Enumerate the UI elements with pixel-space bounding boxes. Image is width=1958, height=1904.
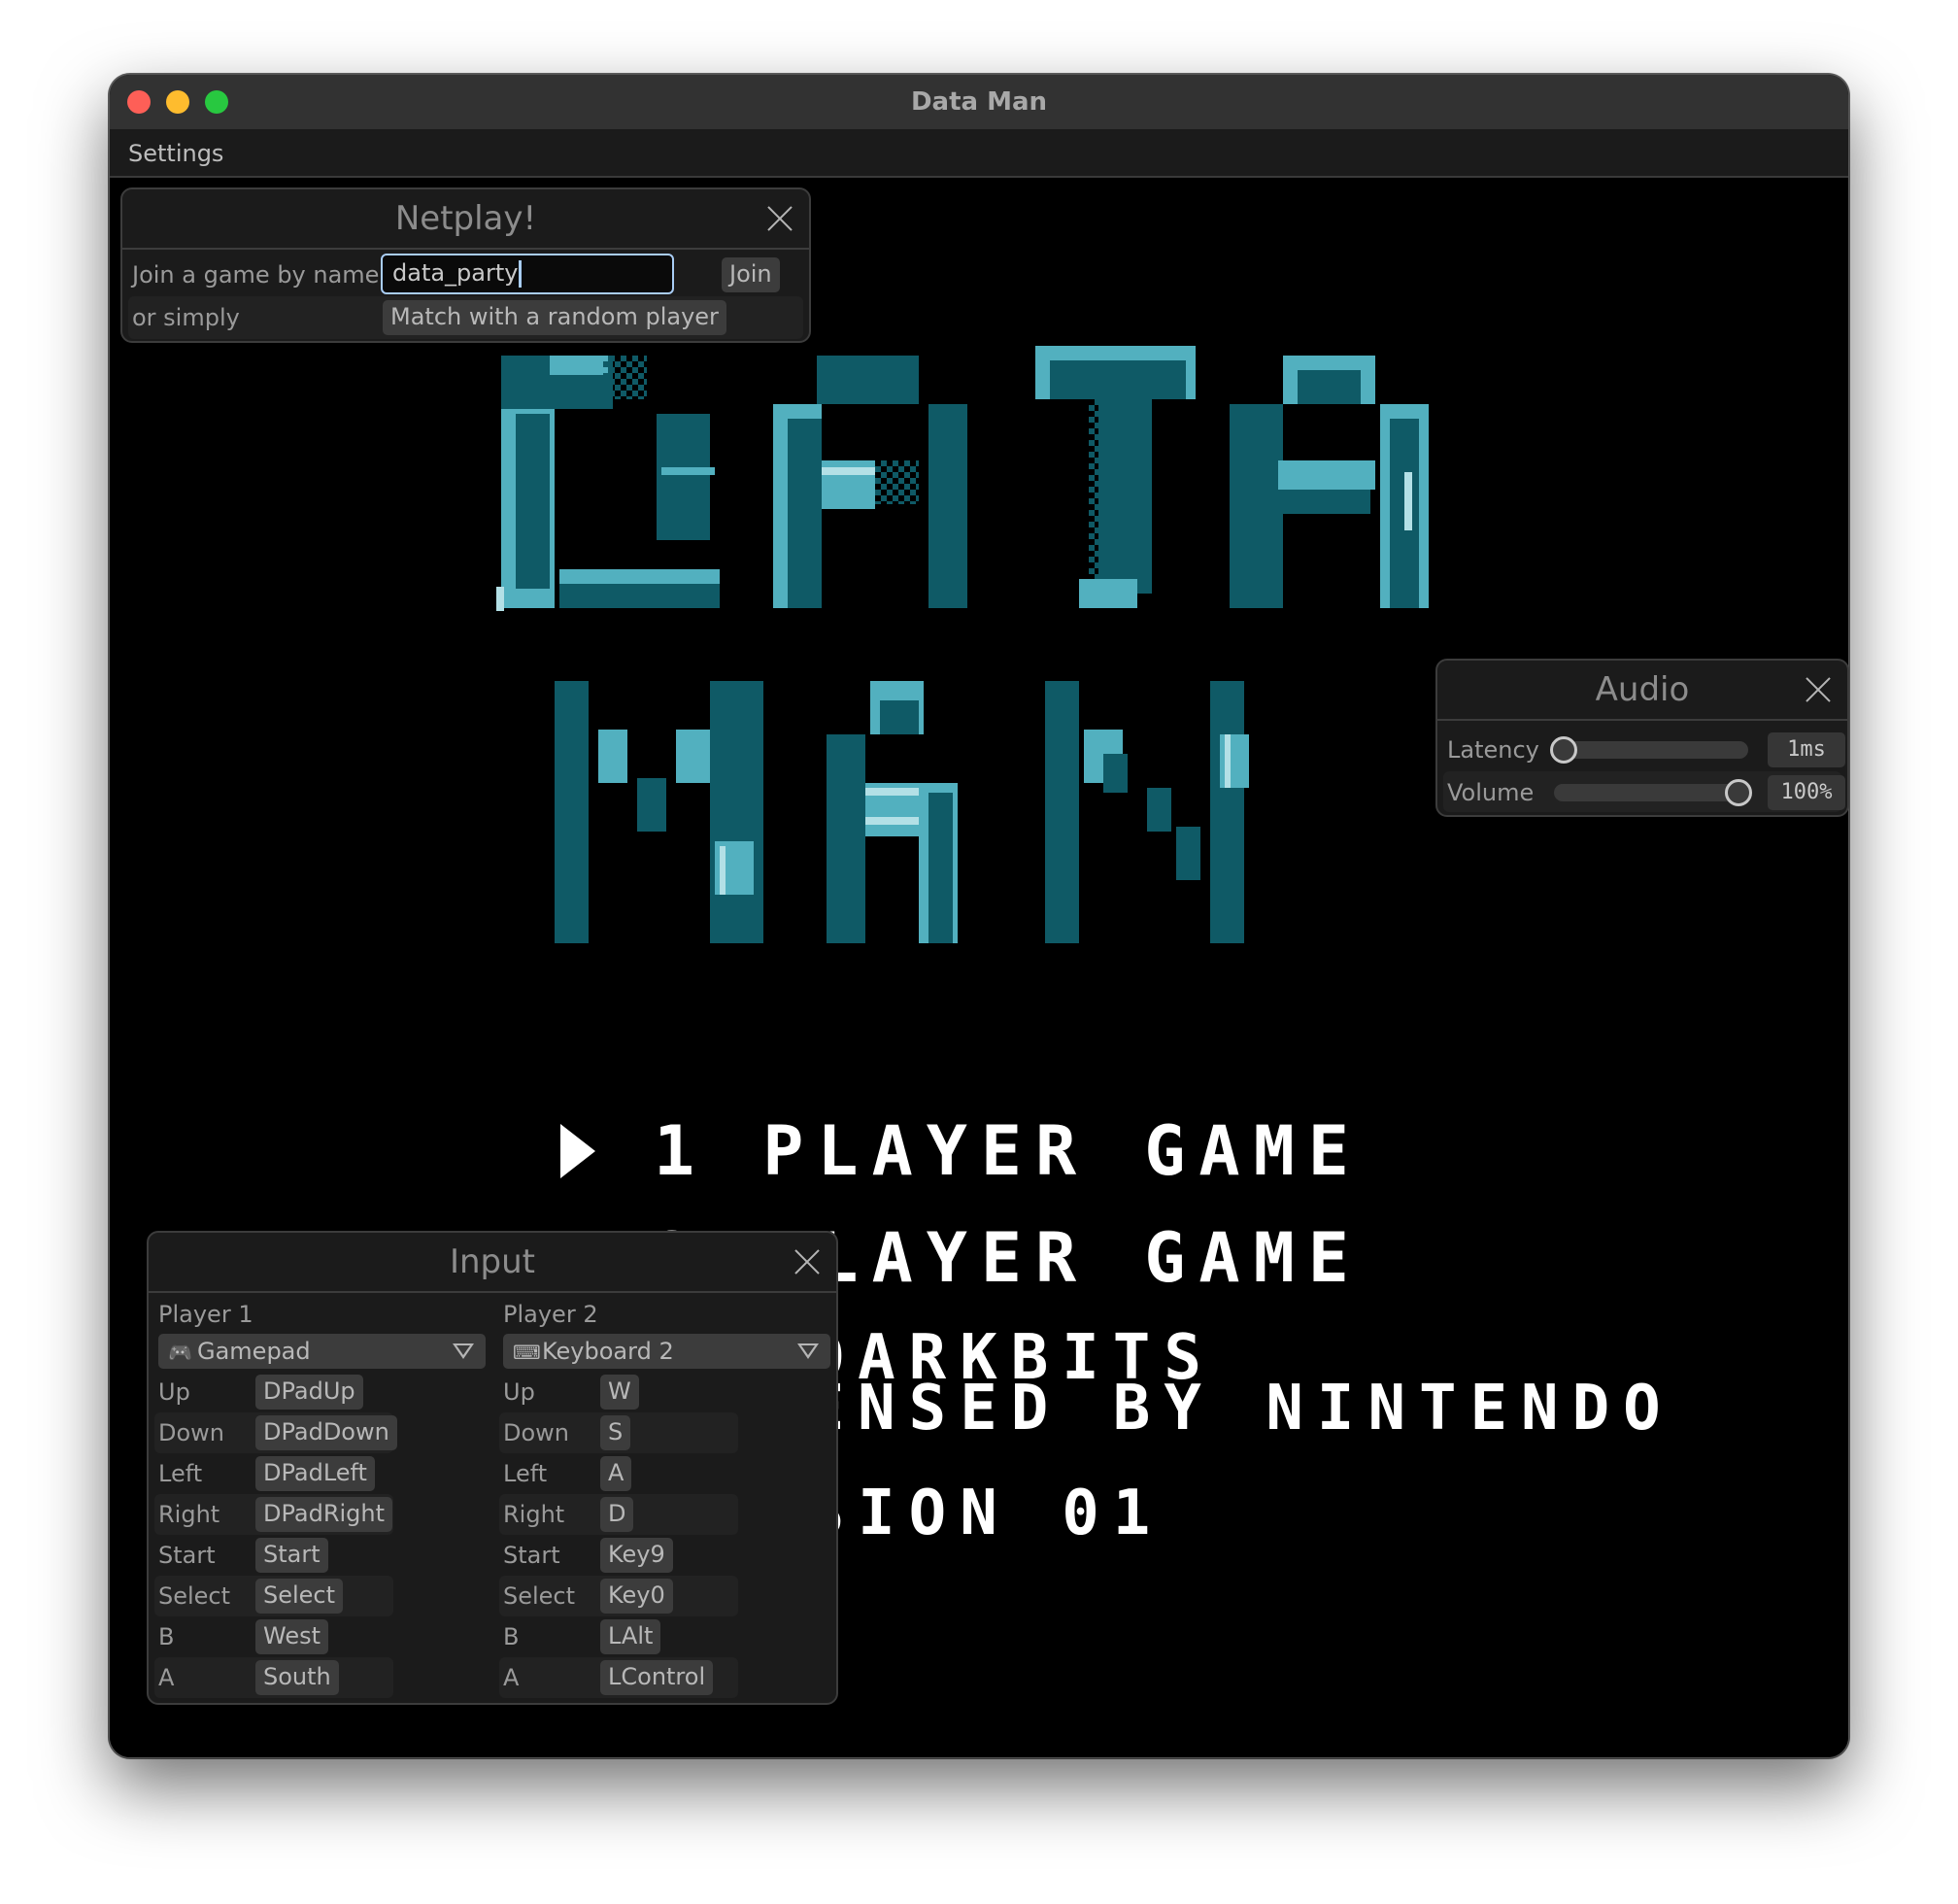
binding-action-label: Down bbox=[158, 1419, 225, 1446]
audio-header: Audio bbox=[1437, 661, 1847, 721]
text-caret bbox=[519, 260, 523, 288]
game-name-value: data_party bbox=[392, 259, 519, 287]
title-bar: Data Man bbox=[110, 75, 1848, 131]
binding-key-button[interactable]: A bbox=[600, 1456, 632, 1491]
binding-action-label: A bbox=[158, 1664, 175, 1691]
match-random-button[interactable]: Match with a random player bbox=[383, 300, 726, 335]
binding-key-button[interactable]: LAlt bbox=[600, 1619, 661, 1654]
binding-key-button[interactable]: Key9 bbox=[600, 1538, 673, 1573]
input-panel: Input Player 1 🎮 Gamepad Up DPadUp Down DPadDo… bbox=[147, 1231, 838, 1705]
binding-action-label: Right bbox=[158, 1501, 220, 1528]
logo-man bbox=[545, 671, 1419, 948]
volume-label: Volume bbox=[1447, 779, 1535, 806]
binding-key-button[interactable]: Key0 bbox=[600, 1579, 673, 1614]
menu-cursor-icon bbox=[560, 1124, 595, 1178]
latency-slider-handle[interactable] bbox=[1550, 736, 1577, 764]
binding-action-label: Down bbox=[503, 1419, 570, 1446]
binding-key-button[interactable]: S bbox=[600, 1415, 631, 1450]
volume-slider-handle[interactable] bbox=[1725, 779, 1752, 806]
netplay-title: Netplay! bbox=[394, 199, 537, 238]
game-name-input[interactable]: data_party bbox=[381, 254, 674, 294]
audio-title: Audio bbox=[1595, 670, 1690, 709]
latency-value[interactable]: 1ms bbox=[1768, 732, 1845, 767]
binding-action-label: A bbox=[503, 1664, 520, 1691]
binding-action-label: Start bbox=[503, 1542, 560, 1569]
audio-close-icon[interactable] bbox=[1805, 676, 1832, 703]
binding-key-button[interactable]: DPadLeft bbox=[255, 1456, 375, 1491]
chevron-down-icon bbox=[453, 1343, 474, 1359]
gamepad-icon: 🎮 bbox=[168, 1341, 192, 1364]
player-1-device-select[interactable]: 🎮 Gamepad bbox=[158, 1334, 486, 1369]
window-title: Data Man bbox=[910, 87, 1048, 117]
netplay-close-icon[interactable] bbox=[766, 205, 793, 232]
binding-action-label: Up bbox=[158, 1378, 190, 1406]
keyboard-icon: ⌨ bbox=[513, 1341, 541, 1364]
player-1-label: Player 1 bbox=[158, 1301, 253, 1328]
player-2-label: Player 2 bbox=[503, 1301, 598, 1328]
player-1-device-value: Gamepad bbox=[197, 1338, 311, 1365]
input-header: Input bbox=[149, 1233, 836, 1293]
binding-action-label: B bbox=[158, 1623, 175, 1650]
join-button[interactable]: Join bbox=[722, 257, 780, 292]
binding-key-button[interactable]: South bbox=[255, 1660, 339, 1695]
netplay-panel: Netplay! Join a game by name data_party … bbox=[120, 187, 811, 343]
latency-label: Latency bbox=[1447, 736, 1539, 764]
binding-key-button[interactable]: D bbox=[600, 1497, 634, 1532]
menu-item-1-player[interactable]: 1 PLAYER GAME bbox=[654, 1112, 1363, 1190]
binding-action-label: Right bbox=[503, 1501, 565, 1528]
logo-letter-m bbox=[555, 681, 589, 943]
binding-action-label: Start bbox=[158, 1542, 216, 1569]
binding-action-label: Left bbox=[503, 1460, 548, 1487]
binding-key-button[interactable]: LControl bbox=[600, 1660, 714, 1695]
binding-key-button[interactable]: Start bbox=[255, 1538, 328, 1573]
netplay-header: Netplay! bbox=[122, 189, 809, 250]
latency-slider[interactable] bbox=[1554, 741, 1748, 759]
logo-data bbox=[491, 346, 1472, 623]
player-2-device-value: Keyboard 2 bbox=[542, 1338, 674, 1365]
binding-key-button[interactable]: West bbox=[255, 1619, 329, 1654]
input-close-icon[interactable] bbox=[793, 1248, 821, 1275]
binding-action-label: Select bbox=[503, 1582, 576, 1610]
input-title: Input bbox=[449, 1242, 536, 1281]
join-by-name-label: Join a game by name bbox=[132, 261, 380, 289]
volume-value[interactable]: 100% bbox=[1768, 775, 1845, 810]
menu-settings[interactable]: Settings bbox=[128, 131, 223, 176]
audio-panel: Audio Latency 1ms Volume 100% bbox=[1435, 659, 1849, 817]
binding-key-button[interactable]: DPadDown bbox=[255, 1415, 397, 1450]
binding-key-button[interactable]: Select bbox=[255, 1579, 344, 1614]
logo-letter-a1 bbox=[817, 356, 919, 404]
player-2-device-select[interactable]: ⌨Keyboard 2 bbox=[503, 1334, 830, 1369]
or-simply-label: or simply bbox=[132, 304, 240, 331]
binding-key-button[interactable]: W bbox=[600, 1375, 639, 1410]
binding-key-button[interactable]: DPadUp bbox=[255, 1375, 363, 1410]
menu-bar: Settings bbox=[110, 131, 1848, 178]
binding-action-label: Up bbox=[503, 1378, 535, 1406]
chevron-down-icon bbox=[797, 1343, 819, 1359]
binding-key-button[interactable]: DPadRight bbox=[255, 1497, 393, 1532]
volume-slider[interactable] bbox=[1554, 784, 1748, 801]
binding-action-label: Select bbox=[158, 1582, 231, 1610]
binding-action-label: Left bbox=[158, 1460, 203, 1487]
binding-action-label: B bbox=[503, 1623, 520, 1650]
